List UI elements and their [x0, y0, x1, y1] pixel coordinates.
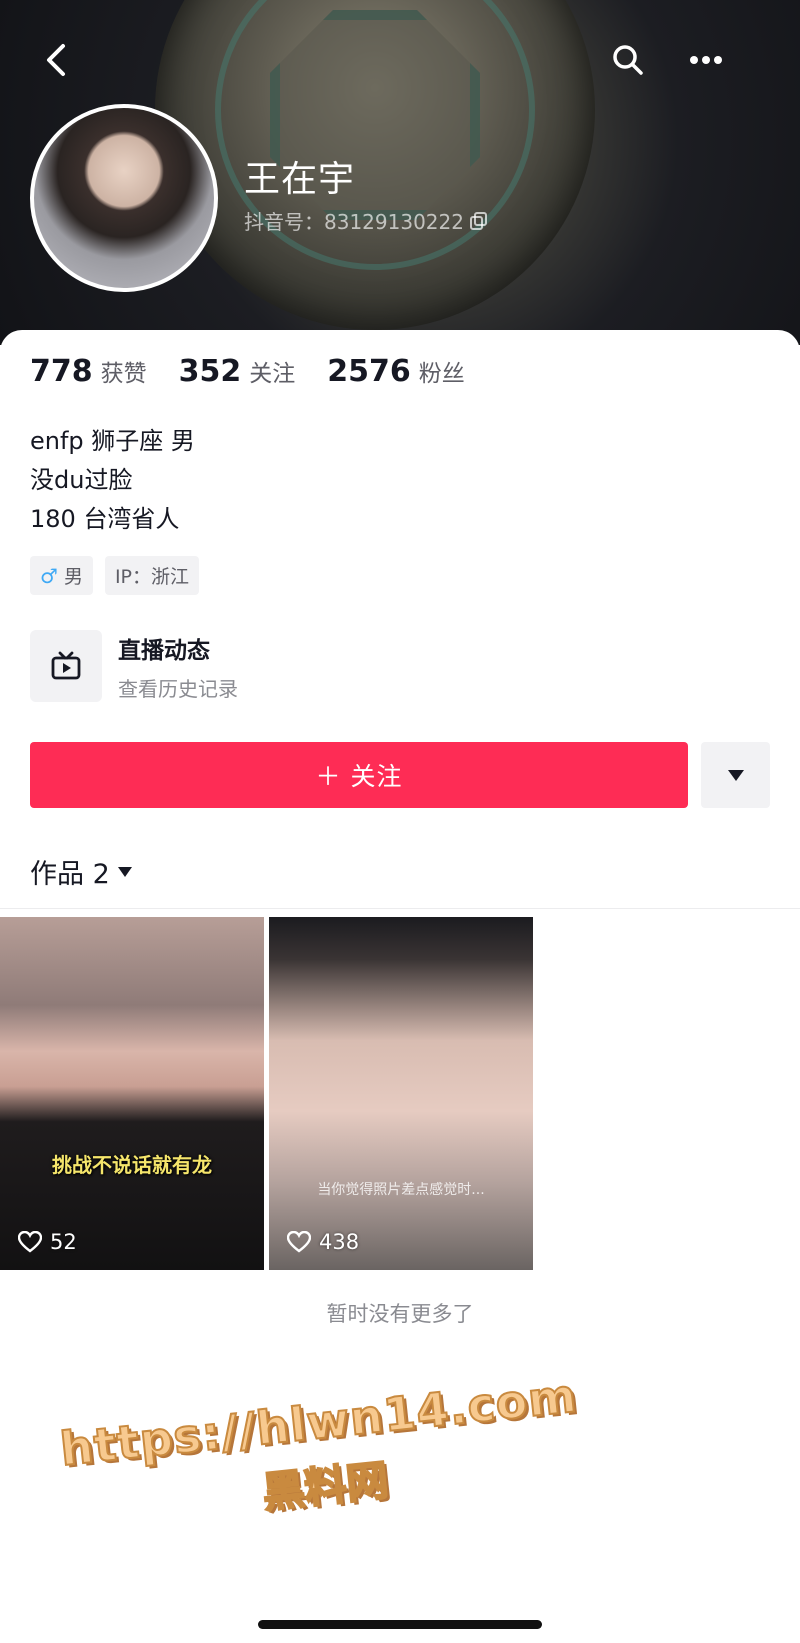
male-icon: ♂	[40, 563, 58, 588]
video-caption: 挑战不说话就有龙	[52, 1153, 212, 1177]
stat-followers-value: 2576	[327, 354, 411, 389]
heart-icon	[18, 1231, 42, 1253]
home-indicator[interactable]	[258, 1620, 542, 1629]
profile-header: 王在宇 抖音号：83129130222	[0, 0, 800, 345]
video-thumbnail[interactable]: 挑战不说话就有龙 52	[0, 917, 264, 1270]
video-likes: 52	[18, 1230, 77, 1254]
bio: enfp 狮子座 男 没du过脸 180 台湾省人	[30, 422, 195, 539]
avatar[interactable]	[30, 104, 218, 292]
live-icon-box	[30, 630, 102, 702]
chevron-left-icon	[47, 44, 65, 76]
search-button[interactable]	[606, 38, 650, 82]
video-likes: 438	[287, 1230, 359, 1254]
header-background-badge	[155, 0, 595, 330]
back-button[interactable]	[34, 38, 78, 82]
stat-following-label: 关注	[249, 361, 296, 387]
live-history-entry[interactable]: 直播动态 查看历史记录	[30, 630, 238, 702]
video-thumbnail[interactable]: 当你觉得照片差点感觉时... 438	[269, 917, 533, 1270]
stat-likes-label: 获赞	[100, 361, 147, 387]
video-likes-count: 438	[319, 1230, 360, 1254]
douyin-id: 抖音号：83129130222	[244, 206, 488, 235]
stat-likes-value: 778	[30, 354, 93, 389]
douyin-id-text: 抖音号：83129130222	[244, 210, 464, 234]
works-tab-label: 作品 2	[30, 859, 110, 890]
tab-works[interactable]: 作品 2	[30, 852, 132, 891]
search-icon	[613, 45, 643, 75]
caret-down-icon	[117, 866, 132, 877]
bio-line: 没du过脸	[30, 466, 133, 494]
profile-tags: ♂ 男 IP：浙江	[30, 556, 200, 595]
gender-tag: ♂ 男	[30, 556, 93, 595]
stat-followers[interactable]: 2576 粉丝	[327, 354, 465, 389]
stat-following[interactable]: 352 关注	[179, 354, 296, 389]
ip-label: IP：浙江	[114, 566, 190, 588]
more-options-button[interactable]	[684, 38, 728, 82]
live-subtitle: 查看历史记录	[118, 676, 238, 701]
video-caption: 当你觉得照片差点感觉时...	[317, 1182, 485, 1198]
end-of-list-text: 暂时没有更多了	[326, 1302, 474, 1326]
stat-followers-label: 粉丝	[418, 361, 465, 387]
video-likes-count: 52	[50, 1230, 77, 1254]
ip-tag: IP：浙江	[104, 556, 200, 595]
stat-likes[interactable]: 778 获赞	[30, 354, 147, 389]
divider	[0, 908, 800, 909]
stats-row: 778 获赞 352 关注 2576 粉丝	[30, 354, 465, 389]
tv-icon	[51, 651, 81, 680]
follow-button[interactable]: ＋ 关注	[30, 742, 688, 808]
follow-more-button[interactable]	[701, 742, 770, 808]
bio-line: enfp 狮子座 男	[30, 427, 195, 455]
stat-following-value: 352	[178, 354, 242, 389]
copy-icon[interactable]	[469, 211, 488, 230]
username: 王在宇	[244, 159, 356, 200]
triangle-down-icon	[727, 769, 744, 781]
live-text: 直播动态 查看历史记录	[118, 631, 238, 702]
bio-line: 180 台湾省人	[30, 505, 180, 533]
ellipsis-icon	[690, 56, 722, 64]
gender-label: 男	[63, 566, 83, 588]
live-title: 直播动态	[118, 637, 210, 664]
heart-icon	[287, 1231, 311, 1253]
